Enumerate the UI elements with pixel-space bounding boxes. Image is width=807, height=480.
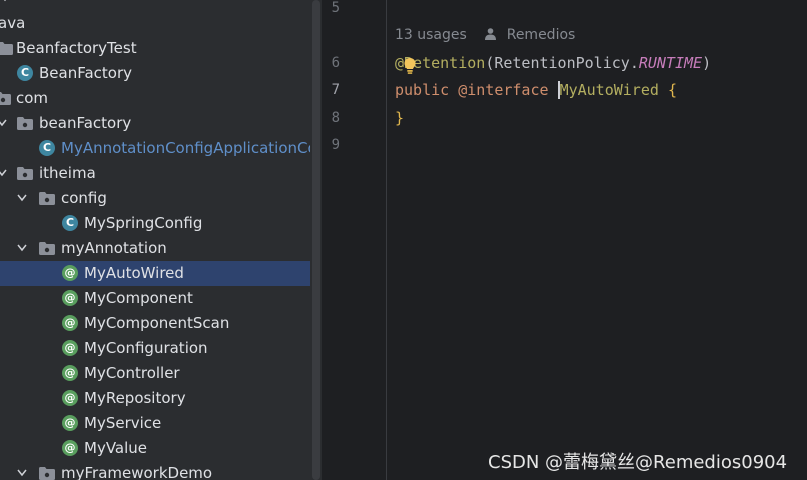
class-icon: C xyxy=(62,211,78,236)
annotation-icon: @ xyxy=(62,386,78,411)
annotation-icon: @ xyxy=(62,411,78,436)
editor-gutter xyxy=(324,0,386,480)
token-paren: ) xyxy=(702,54,712,72)
tree-row-label: com xyxy=(16,89,49,107)
tree-row-label: MyComponentScan xyxy=(84,314,230,332)
tree-row-myspringconfig[interactable]: C MySpringConfig xyxy=(0,211,322,236)
token-dot: . xyxy=(629,54,639,72)
chevron-down-icon[interactable] xyxy=(0,0,12,11)
tree-row-mycomponentscan[interactable]: @ MyComponentScan xyxy=(0,311,322,336)
tree-row-config[interactable]: config xyxy=(0,186,322,211)
tree-row-label: beanFactory xyxy=(39,114,132,132)
tree-row-label: MyController xyxy=(84,364,180,382)
line-number: 5 xyxy=(331,0,340,16)
tree-row-label: MyComponent xyxy=(84,289,193,307)
annotation-icon: @ xyxy=(62,436,78,461)
tree-row-itheima[interactable]: itheima xyxy=(0,161,322,186)
author-name[interactable]: Remedios xyxy=(507,27,576,43)
package-icon xyxy=(17,161,33,186)
annotation-icon: @ xyxy=(62,336,78,361)
class-icon: C xyxy=(39,136,55,161)
package-icon xyxy=(0,86,11,111)
tree-row-myconfiguration[interactable]: @ MyConfiguration xyxy=(0,336,322,361)
chevron-down-icon[interactable] xyxy=(0,111,9,136)
token-constant: RUNTIME xyxy=(638,54,703,72)
tree-row-com[interactable]: com xyxy=(0,86,322,111)
line-number: 6 xyxy=(331,55,340,71)
project-tree: ava BeanfactoryTest C BeanFactory com be… xyxy=(0,0,322,480)
tree-row[interactable] xyxy=(0,0,322,11)
line-number-current: 7 xyxy=(331,82,340,98)
tree-row-myrepository[interactable]: @ MyRepository xyxy=(0,386,322,411)
tree-row-label: myAnnotation xyxy=(61,239,167,257)
person-icon xyxy=(485,28,497,44)
tree-row-label: MySpringConfig xyxy=(84,214,203,232)
tree-row-mycontroller[interactable]: @ MyController xyxy=(0,361,322,386)
line-number: 8 xyxy=(331,110,340,126)
tree-row-beanfactory-package[interactable]: beanFactory xyxy=(0,111,322,136)
tree-row-label: MyAnnotationConfigApplicationCon xyxy=(61,139,322,157)
code-editor[interactable] xyxy=(387,0,807,480)
tree-row-label: MyConfiguration xyxy=(84,339,208,357)
token-keyword: public xyxy=(395,81,450,99)
annotation-icon: @ xyxy=(62,286,78,311)
token-paren: ( xyxy=(485,54,495,72)
package-icon xyxy=(17,111,33,136)
code-line-7: public @interface MyAutoWired { xyxy=(395,81,677,99)
token-type-name: MyAutoWired xyxy=(557,81,659,99)
watermark: CSDN @蕾梅黛丝@Remedios0904 xyxy=(488,452,788,473)
tree-row-label: MyService xyxy=(84,414,162,432)
line-number: 9 xyxy=(331,137,340,153)
usages-inlay-hint[interactable]: 13 usages Remedios xyxy=(395,27,575,45)
usages-count[interactable]: 13 usages xyxy=(395,27,467,43)
token-brace: } xyxy=(395,109,405,127)
tree-row-java[interactable]: ava xyxy=(0,11,322,36)
tree-row-label: BeanfactoryTest xyxy=(16,39,137,57)
tree-row-beanfactorytest[interactable]: BeanfactoryTest xyxy=(0,36,322,61)
tree-row-beanfactory-class[interactable]: C BeanFactory xyxy=(0,61,322,86)
lightbulb-icon[interactable] xyxy=(403,57,417,75)
tree-scrollbar[interactable] xyxy=(310,0,322,480)
annotation-icon: @ xyxy=(62,311,78,336)
tree-row-label: MyAutoWired xyxy=(84,264,184,282)
package-icon xyxy=(39,236,55,261)
tree-row-label: config xyxy=(61,189,107,207)
annotation-icon: @ xyxy=(62,361,78,386)
code-line-8: } xyxy=(395,109,404,127)
package-icon xyxy=(39,186,55,211)
tree-row-myframeworkdemo[interactable]: myFrameworkDemo xyxy=(0,461,322,480)
chevron-down-icon[interactable] xyxy=(0,161,9,186)
tree-row-label: MyValue xyxy=(84,439,148,457)
tree-row-label: itheima xyxy=(39,164,96,182)
tree-row-myannotation[interactable]: myAnnotation xyxy=(0,236,322,261)
tree-row-myvalue[interactable]: @ MyValue xyxy=(0,436,322,461)
class-icon: C xyxy=(17,61,33,86)
tree-row-label: ava xyxy=(0,14,26,32)
scrollbar-thumb[interactable] xyxy=(312,0,320,480)
tree-row-myservice[interactable]: @ MyService xyxy=(0,411,322,436)
package-icon xyxy=(39,461,55,480)
chevron-down-icon[interactable] xyxy=(17,236,29,261)
token-interface: @interface xyxy=(458,81,549,99)
tree-row-myannotationconfigapplicationcontext[interactable]: C MyAnnotationConfigApplicationCon xyxy=(0,136,322,161)
code-line-6: @Retention(RetentionPolicy.RUNTIME) xyxy=(395,54,711,72)
tree-row-label: BeanFactory xyxy=(39,64,133,82)
chevron-right-icon[interactable] xyxy=(17,461,29,480)
chevron-down-icon[interactable] xyxy=(17,186,29,211)
token-class: RetentionPolicy xyxy=(494,54,630,72)
tree-row-label: myFrameworkDemo xyxy=(61,464,213,480)
tree-row-mycomponent[interactable]: @ MyComponent xyxy=(0,286,322,311)
annotation-icon: @ xyxy=(62,261,78,286)
tree-row-myautowired[interactable]: @ MyAutoWired xyxy=(0,261,322,286)
tree-row-label: MyRepository xyxy=(84,389,186,407)
token-brace: { xyxy=(667,81,677,99)
folder-icon xyxy=(0,36,13,61)
